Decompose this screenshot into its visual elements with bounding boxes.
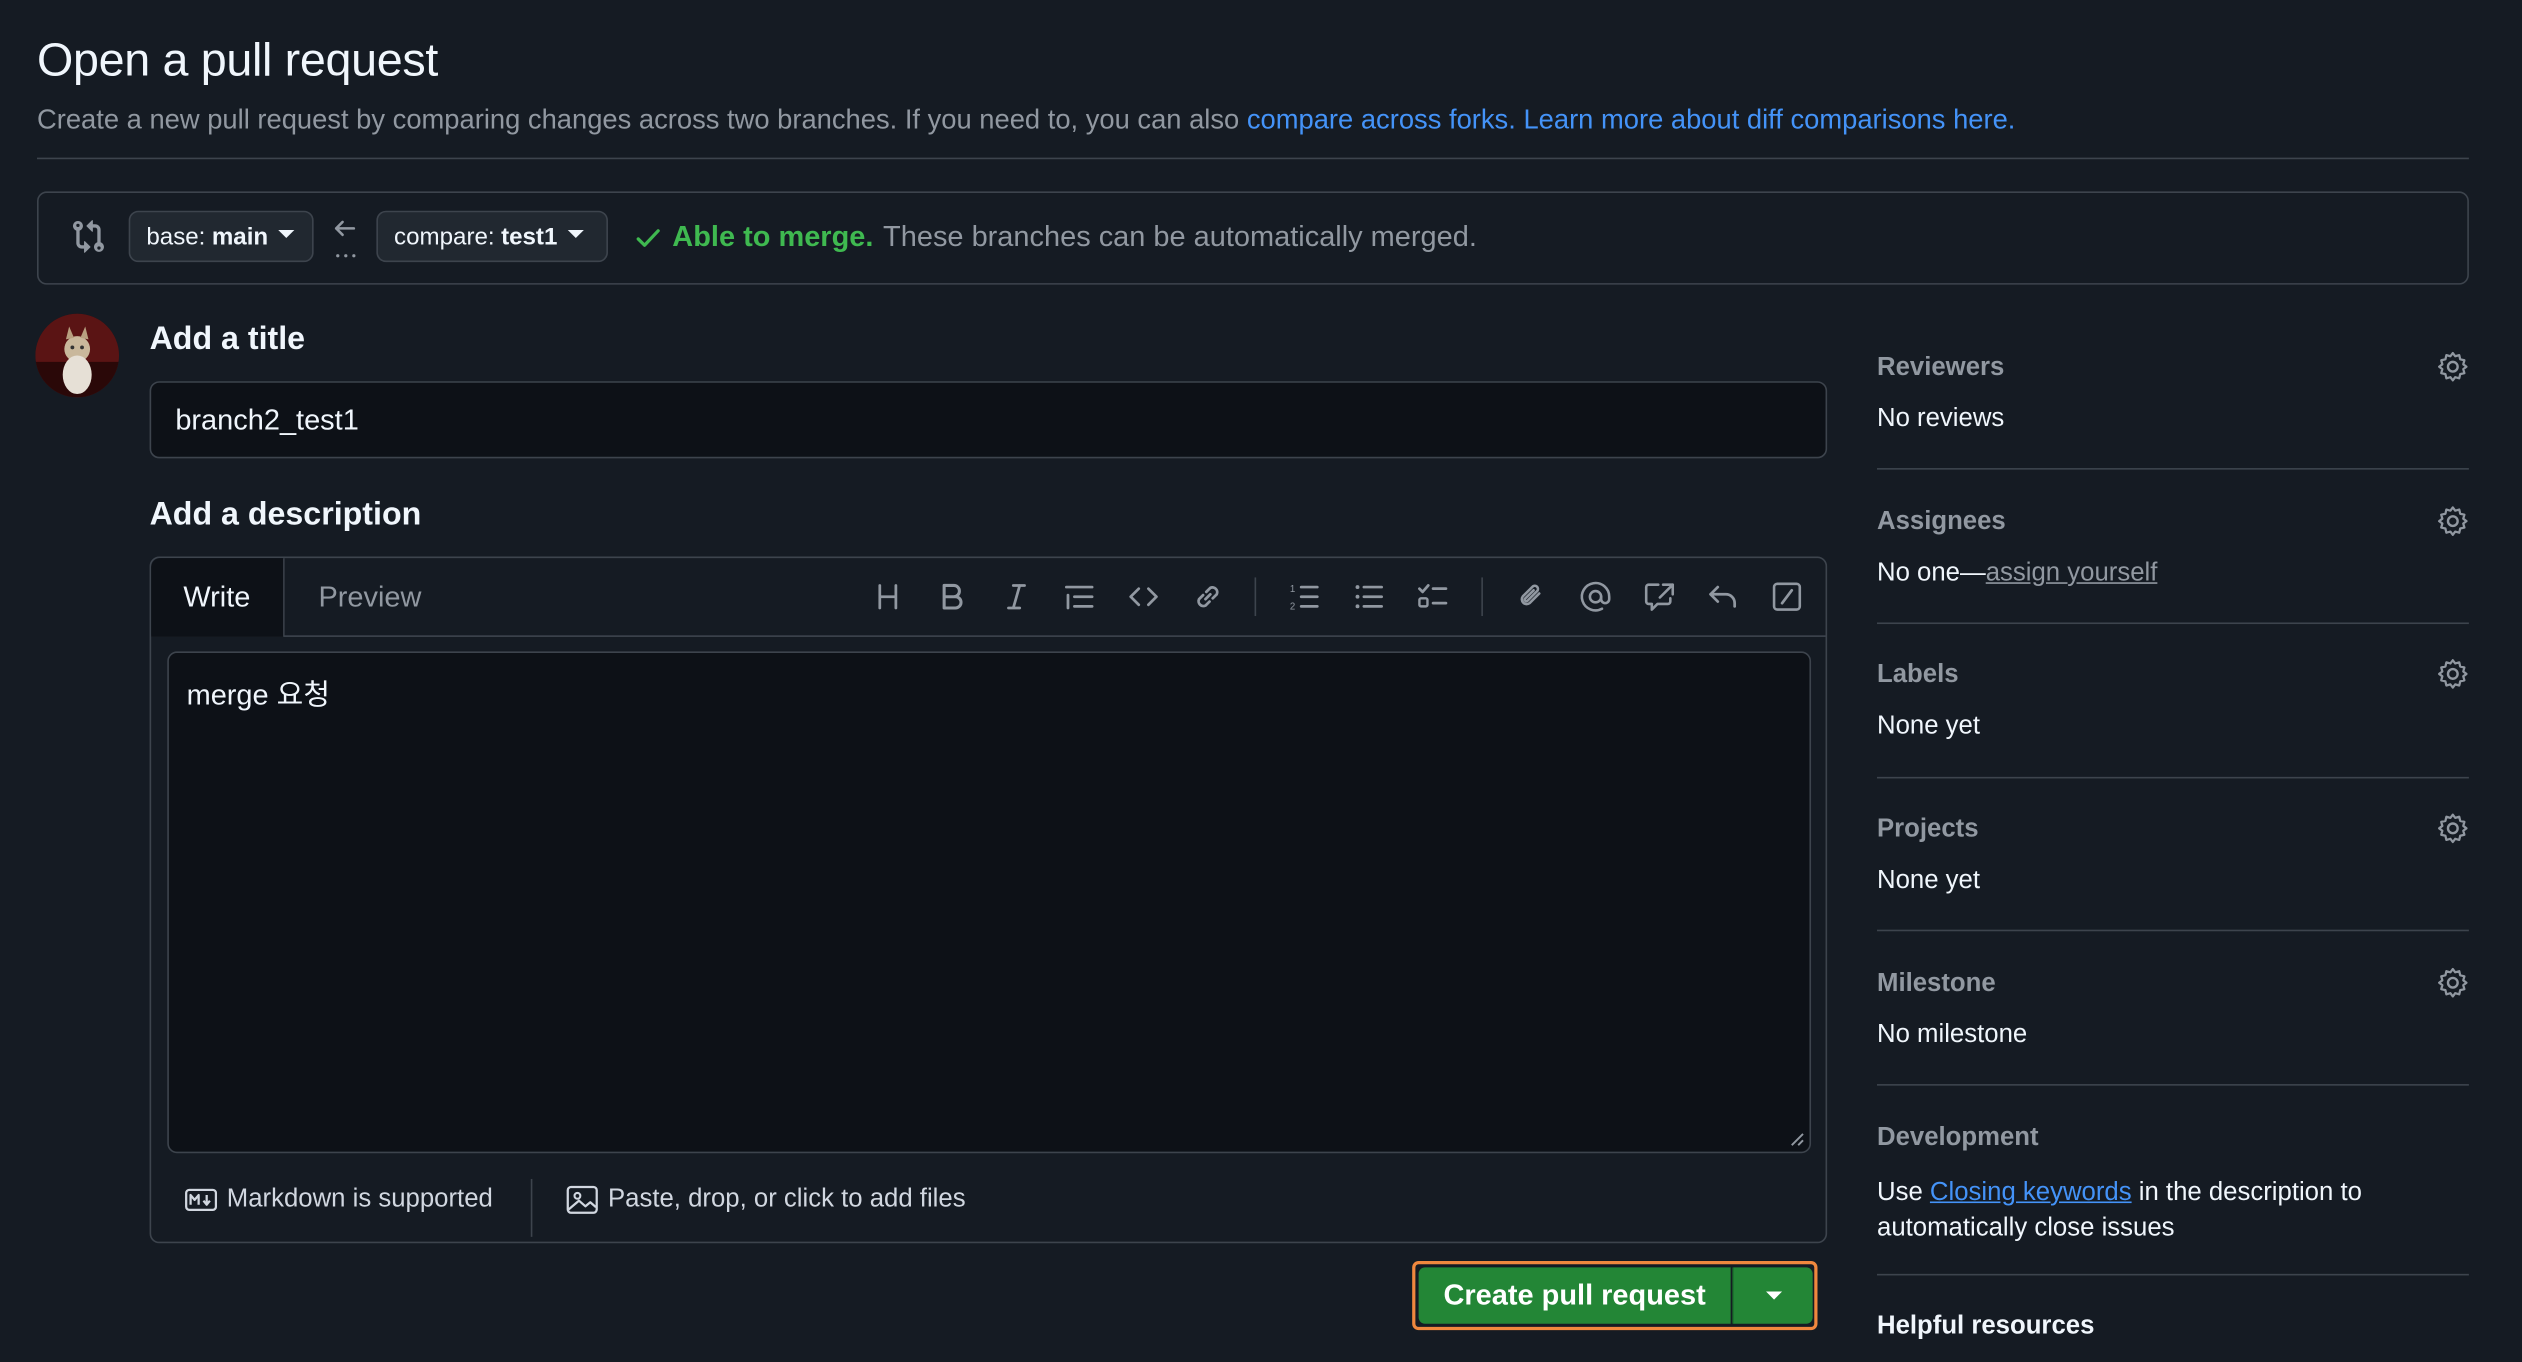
description-textarea[interactable]: merge 요청	[167, 651, 1812, 1154]
toolbar-divider	[1481, 577, 1483, 617]
merge-status: Able to merge. These branches can be aut…	[634, 220, 1477, 254]
markdown-note[interactable]: Markdown is supported	[185, 1185, 493, 1214]
projects-title[interactable]: Projects	[1877, 815, 1979, 844]
reviewers-title[interactable]: Reviewers	[1877, 354, 2004, 383]
footer-divider	[530, 1178, 533, 1237]
page-title: Open a pull request	[36, 35, 439, 87]
svg-text:1: 1	[1290, 584, 1295, 595]
development-text-before: Use	[1877, 1178, 1930, 1207]
development-title: Development	[1877, 1124, 2039, 1152]
milestone-title[interactable]: Milestone	[1877, 970, 1996, 999]
mention-icon[interactable]	[1578, 579, 1613, 614]
bold-icon[interactable]	[934, 579, 969, 614]
task-list-icon[interactable]	[1415, 579, 1450, 614]
git-compare-icon	[71, 219, 106, 254]
editor-header: Write Preview 12	[151, 558, 1826, 637]
unordered-list-icon[interactable]	[1351, 579, 1386, 614]
sidebar-divider	[1877, 468, 2469, 470]
chevron-down-icon	[1765, 1291, 1782, 1300]
create-pull-request-group: Create pull request	[1412, 1260, 1818, 1331]
learn-more-link[interactable]: Learn more about diff comparisons here.	[1523, 105, 2015, 136]
create-pull-request-button[interactable]: Create pull request	[1418, 1267, 1731, 1324]
attach-files-text: Paste, drop, or click to add files	[607, 1185, 966, 1213]
merge-status-message: These branches can be automatically merg…	[883, 220, 1477, 253]
gear-icon[interactable]	[2437, 812, 2469, 844]
reference-icon[interactable]	[1642, 579, 1677, 614]
check-icon	[636, 228, 660, 247]
assignees-value: No one—assign yourself	[1877, 560, 2157, 589]
italic-icon[interactable]	[999, 579, 1034, 614]
title-input-value: branch2_test1	[175, 402, 359, 436]
quote-icon[interactable]	[1062, 579, 1097, 614]
resize-handle-icon[interactable]	[1789, 1131, 1805, 1147]
gear-icon[interactable]	[2437, 351, 2469, 383]
chevron-down-icon	[277, 229, 294, 238]
ordered-list-icon[interactable]: 12	[1287, 579, 1322, 614]
pull-request-page: Open a pull request Create a new pull re…	[0, 0, 2522, 1362]
link-icon[interactable]	[1190, 579, 1225, 614]
compare-branch-select[interactable]: compare: test1	[376, 210, 608, 263]
sidebar-divider	[1877, 1273, 2469, 1276]
description-value: merge 요청	[186, 678, 330, 711]
subtitle-text: Create a new pull request by comparing c…	[36, 104, 1247, 136]
header-divider	[36, 157, 2469, 160]
projects-value: None yet	[1877, 866, 1981, 895]
toolbar-divider	[1254, 577, 1257, 617]
chevron-down-icon	[567, 229, 584, 238]
assign-yourself-link[interactable]: assign yourself	[1986, 560, 2158, 587]
svg-text:2: 2	[1290, 602, 1295, 613]
compare-prefix: compare:	[394, 222, 495, 251]
sidebar-divider	[1877, 1084, 2469, 1086]
assignees-title[interactable]: Assignees	[1877, 508, 2006, 537]
attach-icon[interactable]	[1514, 579, 1549, 614]
gear-icon[interactable]	[2437, 967, 2469, 999]
base-branch-select[interactable]: base: main	[128, 210, 314, 263]
heading-icon[interactable]	[870, 579, 905, 614]
base-prefix: base:	[146, 222, 206, 251]
merge-status-ok: Able to merge.	[672, 220, 874, 253]
markdown-icon	[185, 1188, 218, 1212]
create-options-dropdown[interactable]	[1732, 1267, 1813, 1324]
avatar	[35, 313, 120, 398]
sidebar-divider	[1877, 622, 2469, 625]
markdown-note-text: Markdown is supported	[226, 1185, 493, 1213]
labels-value: None yet	[1877, 712, 1981, 740]
gear-icon[interactable]	[2437, 658, 2469, 690]
sidebar-divider	[1877, 776, 2469, 779]
editor-footer: Markdown is supported Paste, drop, or cl…	[151, 1169, 1825, 1243]
compare-forks-link[interactable]: compare across forks.	[1247, 105, 1516, 136]
compare-branch-name: test1	[501, 222, 558, 251]
description-editor: Write Preview 12 merge 요청 Markdown is su…	[149, 556, 1828, 1244]
sidebar-divider	[1877, 929, 2469, 932]
title-label: Add a title	[149, 321, 306, 358]
closing-keywords-link[interactable]: Closing keywords	[1930, 1179, 2132, 1206]
development-text: Use Closing keywords in the description …	[1877, 1176, 2469, 1247]
reviewers-value: No reviews	[1877, 405, 2005, 433]
base-branch-name: main	[211, 222, 269, 251]
title-input[interactable]: branch2_test1	[149, 381, 1828, 459]
tab-write[interactable]: Write	[151, 558, 285, 637]
tab-preview[interactable]: Preview	[286, 558, 453, 637]
helpful-resources-title: Helpful resources	[1877, 1312, 2095, 1340]
compare-bar: base: main compare: test1 Able to merge. T…	[36, 191, 2469, 285]
arrow-left-icon	[330, 212, 362, 260]
slash-command-icon[interactable]	[1769, 579, 1804, 614]
gear-icon[interactable]	[2437, 505, 2469, 537]
description-label: Add a description	[149, 496, 422, 533]
undo-icon[interactable]	[1705, 579, 1740, 614]
milestone-value: No milestone	[1877, 1021, 2028, 1049]
assignees-none: No one—	[1877, 559, 1986, 588]
attach-files-note[interactable]: Paste, drop, or click to add files	[566, 1185, 966, 1214]
labels-title[interactable]: Labels	[1877, 661, 1959, 690]
page-subtitle: Create a new pull request by comparing c…	[37, 105, 2015, 137]
image-icon	[566, 1185, 598, 1214]
code-icon[interactable]	[1126, 579, 1161, 614]
